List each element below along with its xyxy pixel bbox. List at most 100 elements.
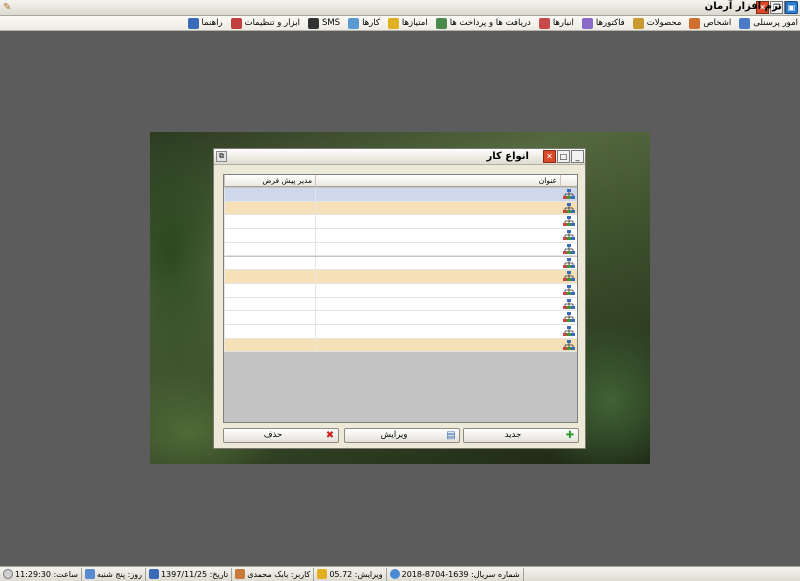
edit-button[interactable]: ویرایش ▤ <box>344 428 460 443</box>
menu-item-payments[interactable]: دریافت ها و پرداخت ها <box>435 17 531 29</box>
edit-button-label: ویرایش <box>380 430 408 440</box>
delete-button[interactable]: حذف ✖ <box>223 428 339 443</box>
menu-item-label: محصولات <box>646 18 682 28</box>
main-menu-bar: امور پرسنلی اشخاص محصولات فاکتورها انبارها در… <box>0 16 800 31</box>
invoices-icon <box>581 17 593 29</box>
menu-item-label: امور پرسنلی <box>753 18 798 28</box>
status-date-text: تاریخ: 1397/11/25 <box>160 569 229 579</box>
table-row[interactable] <box>224 188 577 202</box>
table-row[interactable] <box>224 242 577 257</box>
org-chart-icon <box>563 216 575 227</box>
cell-default-manager <box>224 201 315 215</box>
status-day-text: روز: پنج شنبه <box>96 569 142 579</box>
cell-title <box>315 242 560 256</box>
new-button-label: جدید <box>504 430 522 440</box>
status-date: تاریخ: 1397/11/25 <box>146 567 233 581</box>
menu-item-invoices[interactable]: فاکتورها <box>581 17 625 29</box>
menu-item-label: فاکتورها <box>595 18 625 28</box>
table-row[interactable] <box>224 201 577 216</box>
menu-item-products[interactable]: محصولات <box>632 17 682 29</box>
cell-default-manager <box>224 188 315 201</box>
org-chart-icon <box>563 339 575 350</box>
dialog-maximize-icon[interactable]: □ <box>557 150 570 163</box>
globe-icon <box>389 569 400 579</box>
status-time: ساعت: 11:29:30 <box>0 567 82 581</box>
menu-item-tasks[interactable]: کارها <box>348 17 380 29</box>
sms-icon <box>307 17 319 29</box>
products-icon <box>632 17 644 29</box>
menu-item-personnel[interactable]: امور پرسنلی <box>739 17 798 29</box>
cell-title <box>315 229 560 243</box>
table-row[interactable] <box>224 325 577 339</box>
dialog-close-icon[interactable]: ✕ <box>543 150 556 163</box>
help-icon <box>187 17 199 29</box>
cell-title <box>315 325 560 338</box>
dialog-minimize-icon[interactable]: _ <box>571 150 584 163</box>
cell-default-manager <box>224 283 315 297</box>
table-row[interactable] <box>224 229 577 243</box>
dialog-menu-icon[interactable]: ⧉ <box>216 151 227 162</box>
plus-icon: ✚ <box>565 430 575 441</box>
cell-default-manager <box>224 311 315 325</box>
menu-item-sms[interactable]: SMS <box>307 17 340 29</box>
org-chart-icon <box>563 312 575 323</box>
dialog-title: انواع کار <box>486 151 529 162</box>
cell-title <box>315 297 560 311</box>
org-chart-icon <box>563 326 575 336</box>
table-row[interactable] <box>224 338 577 353</box>
menu-item-tools[interactable]: ابزار و تنظیمات <box>230 17 300 29</box>
cell-default-manager <box>224 270 315 284</box>
dialog-window-controls: ✕ □ _ <box>543 150 584 163</box>
pin-icon[interactable]: ✎ <box>3 2 11 13</box>
cell-default-manager <box>224 325 315 338</box>
people-icon <box>689 17 701 29</box>
payments-icon <box>435 17 447 29</box>
calendar-day-icon <box>84 569 95 579</box>
column-header-default-manager[interactable]: مدیر پیش فرض <box>224 175 315 187</box>
menu-item-warehouse[interactable]: انبارها <box>538 17 574 29</box>
grid-header: مدیر پیش فرض عنوان <box>224 175 577 187</box>
table-row[interactable] <box>224 256 577 271</box>
dialog-title-bar: ⧉ ✕ □ _ انواع کار <box>214 149 585 165</box>
table-row[interactable] <box>224 311 577 325</box>
org-chart-icon <box>563 202 575 213</box>
tasks-icon <box>348 17 360 29</box>
status-time-text: ساعت: 11:29:30 <box>15 569 78 579</box>
delete-x-icon: ✖ <box>325 430 335 441</box>
delete-button-label: حذف <box>263 430 283 440</box>
personnel-icon <box>739 17 751 29</box>
menu-item-label: انبارها <box>552 18 574 28</box>
menu-item-star[interactable]: امتیازها <box>387 17 428 29</box>
org-chart-icon <box>563 271 575 282</box>
menu-item-label: اشخاص <box>703 18 732 28</box>
app-logo-icon: ▣ <box>785 1 798 14</box>
table-row[interactable] <box>224 270 577 284</box>
table-row[interactable] <box>224 297 577 312</box>
status-day: روز: پنج شنبه <box>82 567 146 581</box>
work-types-grid[interactable]: مدیر پیش فرض عنوان <box>223 174 578 423</box>
edit-form-icon: ▤ <box>446 430 456 441</box>
cell-default-manager <box>224 338 315 352</box>
cell-default-manager <box>224 242 315 256</box>
user-icon <box>235 569 246 579</box>
cell-default-manager <box>224 256 315 270</box>
org-chart-icon <box>563 284 575 295</box>
cell-title <box>315 188 560 201</box>
column-header-title[interactable]: عنوان <box>315 175 560 187</box>
menu-item-label: دریافت ها و پرداخت ها <box>449 18 531 28</box>
status-version-text: ویرایش: 05.72 <box>329 569 383 579</box>
org-chart-icon <box>563 243 575 254</box>
app-title-bar: ✎ ✕ ❐ _ نرم افزار آرمان ▣ <box>0 0 800 16</box>
menu-item-people[interactable]: اشخاص <box>689 17 732 29</box>
status-bar: ساعت: 11:29:30 روز: پنج شنبه تاریخ: 1397… <box>0 566 800 581</box>
clock-icon <box>3 569 13 579</box>
calendar-icon <box>148 569 159 579</box>
new-button[interactable]: جدید ✚ <box>463 428 579 443</box>
org-chart-icon <box>563 230 575 241</box>
column-header-icon[interactable] <box>560 175 577 187</box>
menu-item-label: راهنما <box>201 18 223 28</box>
table-row[interactable] <box>224 215 577 230</box>
table-row[interactable] <box>224 283 577 298</box>
cell-title <box>315 270 560 284</box>
menu-item-help[interactable]: راهنما <box>187 17 223 29</box>
